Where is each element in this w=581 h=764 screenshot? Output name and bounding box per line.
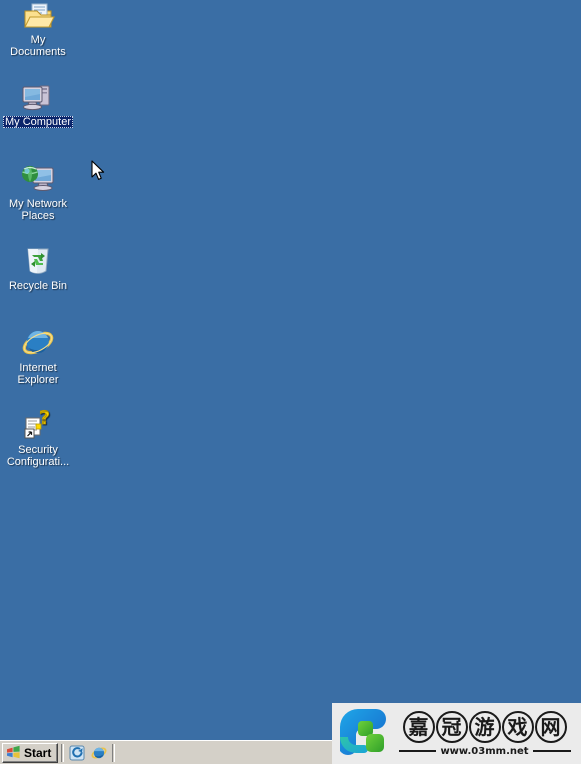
desktop-icon-label: Recycle Bin [8,280,68,292]
desktop-icon-label-line1: My Network [8,198,68,210]
internet-explorer-icon[interactable] [91,745,107,761]
recycle-bin-icon [0,244,76,278]
screen: My Documents My Computer My Network Plac… [0,0,581,764]
desktop-icon-label-line1: Internet [19,362,57,374]
watermark-char: 冠 [435,710,468,743]
quick-launch-bar [67,745,109,761]
desktop-icon-label-line2: Places [21,210,55,222]
desktop-icon-label: My Computer [2,116,74,128]
arrow-cursor [91,160,105,180]
desktop-icon-label-line2: Explorer [17,374,59,386]
desktop-icon-label-line1: Security [18,444,58,456]
jiaguan-logo-icon [340,708,386,755]
folder-documents-icon [0,0,76,32]
desktop-icon-recycle-bin[interactable]: Recycle Bin [0,244,76,292]
watermark-rule-right [532,750,571,752]
start-label: Start [24,745,52,760]
watermark-rule-left [398,750,437,752]
network-places-icon [0,162,76,196]
start-button[interactable]: Start [2,742,59,763]
taskbar-separator [61,743,65,762]
desktop-surface[interactable]: My Documents My Computer My Network Plac… [0,0,581,740]
computer-icon [0,80,76,114]
desktop-icon-security-configuration[interactable]: ? Security Configurati... [0,408,76,468]
desktop-icon-my-computer[interactable]: My Computer [0,80,76,128]
watermark-characters: 嘉 冠 游 戏 网 [402,710,567,743]
desktop-icon-internet-explorer[interactable]: Internet Explorer [0,326,76,386]
watermark-url: www.03mm.net [440,745,529,757]
watermark-char: 嘉 [402,710,435,743]
desktop-icon-label: My Documents [10,34,66,58]
taskbar-separator [112,743,116,762]
windows-flag-icon [7,745,20,759]
desktop-icon-my-documents[interactable]: My Documents [0,0,76,58]
show-desktop-icon[interactable] [69,745,85,761]
svg-text:?: ? [39,408,50,429]
desktop-icon-my-network-places[interactable]: My Network Places [0,162,76,222]
internet-explorer-icon [0,326,76,360]
watermark-url-row: www.03mm.net [398,745,571,757]
watermark-text-block: 嘉 冠 游 戏 网 www.03mm.net [390,710,581,757]
security-config-icon: ? [0,408,76,442]
watermark-char: 网 [534,710,567,743]
watermark-char: 戏 [501,710,534,743]
desktop-icon-label-line2: Configurati... [6,456,70,468]
watermark-overlay: 嘉 冠 游 戏 网 www.03mm.net [332,703,581,764]
watermark-char: 游 [468,710,501,743]
